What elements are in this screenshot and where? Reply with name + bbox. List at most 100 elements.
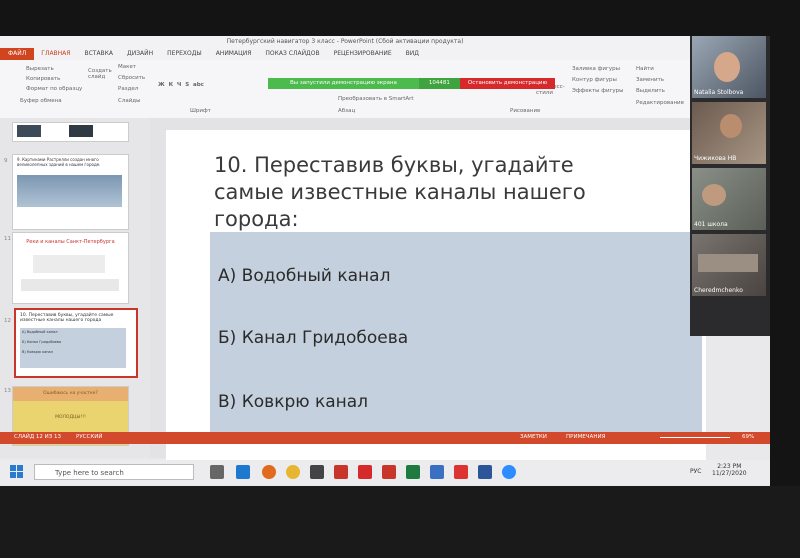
thumbnail-image <box>17 125 41 137</box>
answers-box[interactable]: А) Водобный канал Б) Канал Гридобоева В)… <box>210 232 702 432</box>
zoom-app-icon[interactable] <box>502 465 516 479</box>
thumbnail-body <box>33 255 105 273</box>
word-icon[interactable] <box>478 465 492 479</box>
thumbnail-number: 12 <box>4 318 11 324</box>
thumbnail-number: 11 <box>4 236 11 242</box>
chrome-icon[interactable] <box>286 465 300 479</box>
tab-slideshow[interactable]: ПОКАЗ СЛАЙДОВ <box>258 48 326 60</box>
yandex-icon[interactable] <box>454 465 468 479</box>
thumbnail-slide-11[interactable]: Реки и каналы Санкт-Петербурга <box>12 232 129 304</box>
shape-fill-button[interactable]: Заливка фигуры <box>572 66 624 72</box>
edge-browser-icon[interactable] <box>236 465 250 479</box>
thumbnail-partial[interactable] <box>12 122 129 142</box>
language-indicator[interactable]: РУССКИЙ <box>76 434 102 440</box>
bold-button[interactable]: Ж <box>158 82 165 88</box>
thumbnail-slide-9[interactable]: 9. Картинами Растрелли создан много вели… <box>12 154 129 230</box>
participant-name: Чижикова НВ <box>694 155 737 162</box>
tab-transitions[interactable]: ПЕРЕХОДЫ <box>160 48 209 60</box>
smartart-button[interactable]: Преобразовать в SmartArt <box>338 96 414 102</box>
new-slide-button[interactable]: Создать слайд <box>88 68 114 80</box>
notes-button[interactable]: ЗАМЕТКИ <box>520 434 547 440</box>
stop-screen-share-button[interactable]: Остановить демонстрацию <box>459 78 556 89</box>
thumbnail-text: 9. Картинами Растрелли создан много вели… <box>17 157 101 167</box>
participant-avatar <box>720 114 742 138</box>
store-icon[interactable] <box>310 465 324 479</box>
taskbar-clock[interactable]: 2:23 PM 11/27/2020 <box>712 463 747 477</box>
editing-group-label: Редактирование <box>636 100 684 106</box>
thumbnail-text: 10. Переставив буквы, угадайте самые изв… <box>20 313 114 323</box>
replace-button[interactable]: Заменить <box>636 77 684 83</box>
abc-button[interactable]: abc <box>193 82 204 88</box>
participant-tile[interactable]: 401 школа <box>692 168 766 230</box>
clock-date: 11/27/2020 <box>712 470 747 477</box>
thumbnail-image <box>17 175 122 207</box>
thumbnail-slide-12-selected[interactable]: 10. Переставив буквы, угадайте самые изв… <box>14 308 138 378</box>
taskbar: Type here to search РУС 2:23 PM 11/27/20… <box>0 460 770 484</box>
screen-share-message: Вы запустили демонстрацию экрана <box>268 78 419 89</box>
windows-start-icon[interactable] <box>10 465 24 479</box>
cut-button[interactable]: Вырезать <box>6 66 82 72</box>
window-title: Петербургский навигатор 3 класс - PowerP… <box>0 36 690 48</box>
task-view-icon[interactable] <box>210 465 224 479</box>
participant-name: Natalia Stolbova <box>694 89 744 96</box>
slide-title[interactable]: 10. Переставив буквы, угадайте самые изв… <box>214 152 634 233</box>
participant-avatar <box>714 52 740 82</box>
tab-animations[interactable]: АНИМАЦИЯ <box>209 48 259 60</box>
comments-button[interactable]: ПРИМЕЧАНИЯ <box>566 434 605 440</box>
participant-tile[interactable]: Natalia Stolbova <box>692 36 766 98</box>
taskbar-search-input[interactable]: Type here to search <box>34 464 194 480</box>
tab-design[interactable]: ДИЗАЙН <box>120 48 160 60</box>
app-icon[interactable] <box>430 465 444 479</box>
slide-canvas[interactable]: 10. Переставив буквы, угадайте самые изв… <box>150 118 706 460</box>
ribbon: Вырезать Копировать Формат по образцу Бу… <box>0 60 690 119</box>
thumbnail-answers: А) Водобный канал Б) Канал Гридобоева В)… <box>20 328 126 368</box>
answer-a[interactable]: А) Водобный канал <box>218 266 390 286</box>
screen-share-bar: Вы запустили демонстрацию экрана 104481 … <box>268 78 556 89</box>
participant-tile[interactable]: Cheredmchenko <box>692 234 766 296</box>
thumbnail-number: 9 <box>4 158 8 164</box>
font-format-buttons: Ж К Ч S abc <box>158 82 204 88</box>
thumbnail-text: Реки и каналы Санкт-Петербурга <box>26 239 115 245</box>
tab-review[interactable]: РЕЦЕНЗИРОВАНИЕ <box>327 48 399 60</box>
current-slide[interactable]: 10. Переставив буквы, угадайте самые изв… <box>166 130 706 460</box>
participant-tile[interactable]: Чижикова НВ <box>692 102 766 164</box>
italic-button[interactable]: К <box>169 82 174 88</box>
keyboard-language[interactable]: РУС <box>690 468 701 475</box>
underline-button[interactable]: Ч <box>177 82 181 88</box>
tab-home[interactable]: ГЛАВНАЯ <box>34 48 77 60</box>
powerpoint-icon[interactable] <box>382 465 396 479</box>
shape-format-group: Заливка фигуры Контур фигуры Эффекты фиг… <box>572 66 624 94</box>
slide-thumbnails-pane[interactable]: 9 9. Картинами Растрелли создан много ве… <box>0 118 150 458</box>
thumbnail-answer: В) Ковкрю канал <box>22 350 53 354</box>
thumbnail-text: Ошибаюсь на участке? <box>13 387 128 401</box>
powerpoint-icon[interactable] <box>334 465 348 479</box>
zoom-slider[interactable] <box>660 437 730 438</box>
section-button[interactable]: Раздел <box>118 86 145 92</box>
select-button[interactable]: Выделить <box>636 88 684 94</box>
shape-outline-button[interactable]: Контур фигуры <box>572 77 624 83</box>
find-button[interactable]: Найти <box>636 66 684 72</box>
answer-c[interactable]: В) Ковкрю канал <box>218 392 368 412</box>
excel-icon[interactable] <box>406 465 420 479</box>
reset-button[interactable]: Сбросить <box>118 75 145 81</box>
slide-counter: СЛАЙД 12 ИЗ 13 <box>14 434 62 440</box>
thumbnail-answer: Б) Канал Гридобоева <box>22 340 62 344</box>
strike-button[interactable]: S <box>185 82 189 88</box>
firefox-icon[interactable] <box>262 465 276 479</box>
thumbnail-number: 13 <box>4 388 11 394</box>
layout-button[interactable]: Макет <box>118 64 145 70</box>
tab-view[interactable]: ВИД <box>399 48 426 60</box>
thumbnail-body <box>21 279 119 291</box>
video-participants-panel: Natalia Stolbova Чижикова НВ 401 школа C… <box>690 36 770 336</box>
shape-effects-button[interactable]: Эффекты фигуры <box>572 88 624 94</box>
participant-video <box>698 254 758 272</box>
slides-group-label: Слайды <box>118 98 141 104</box>
zoom-level[interactable]: 69% <box>742 434 754 440</box>
tab-file[interactable]: ФАЙЛ <box>0 48 35 60</box>
thumbnail-answer: А) Водобный канал <box>22 330 58 334</box>
copy-button[interactable]: Копировать <box>6 76 82 82</box>
format-painter-button[interactable]: Формат по образцу <box>6 86 82 92</box>
answer-b[interactable]: Б) Канал Гридобоева <box>218 328 408 348</box>
app-icon[interactable] <box>358 465 372 479</box>
tab-insert[interactable]: ВСТАВКА <box>77 48 120 60</box>
